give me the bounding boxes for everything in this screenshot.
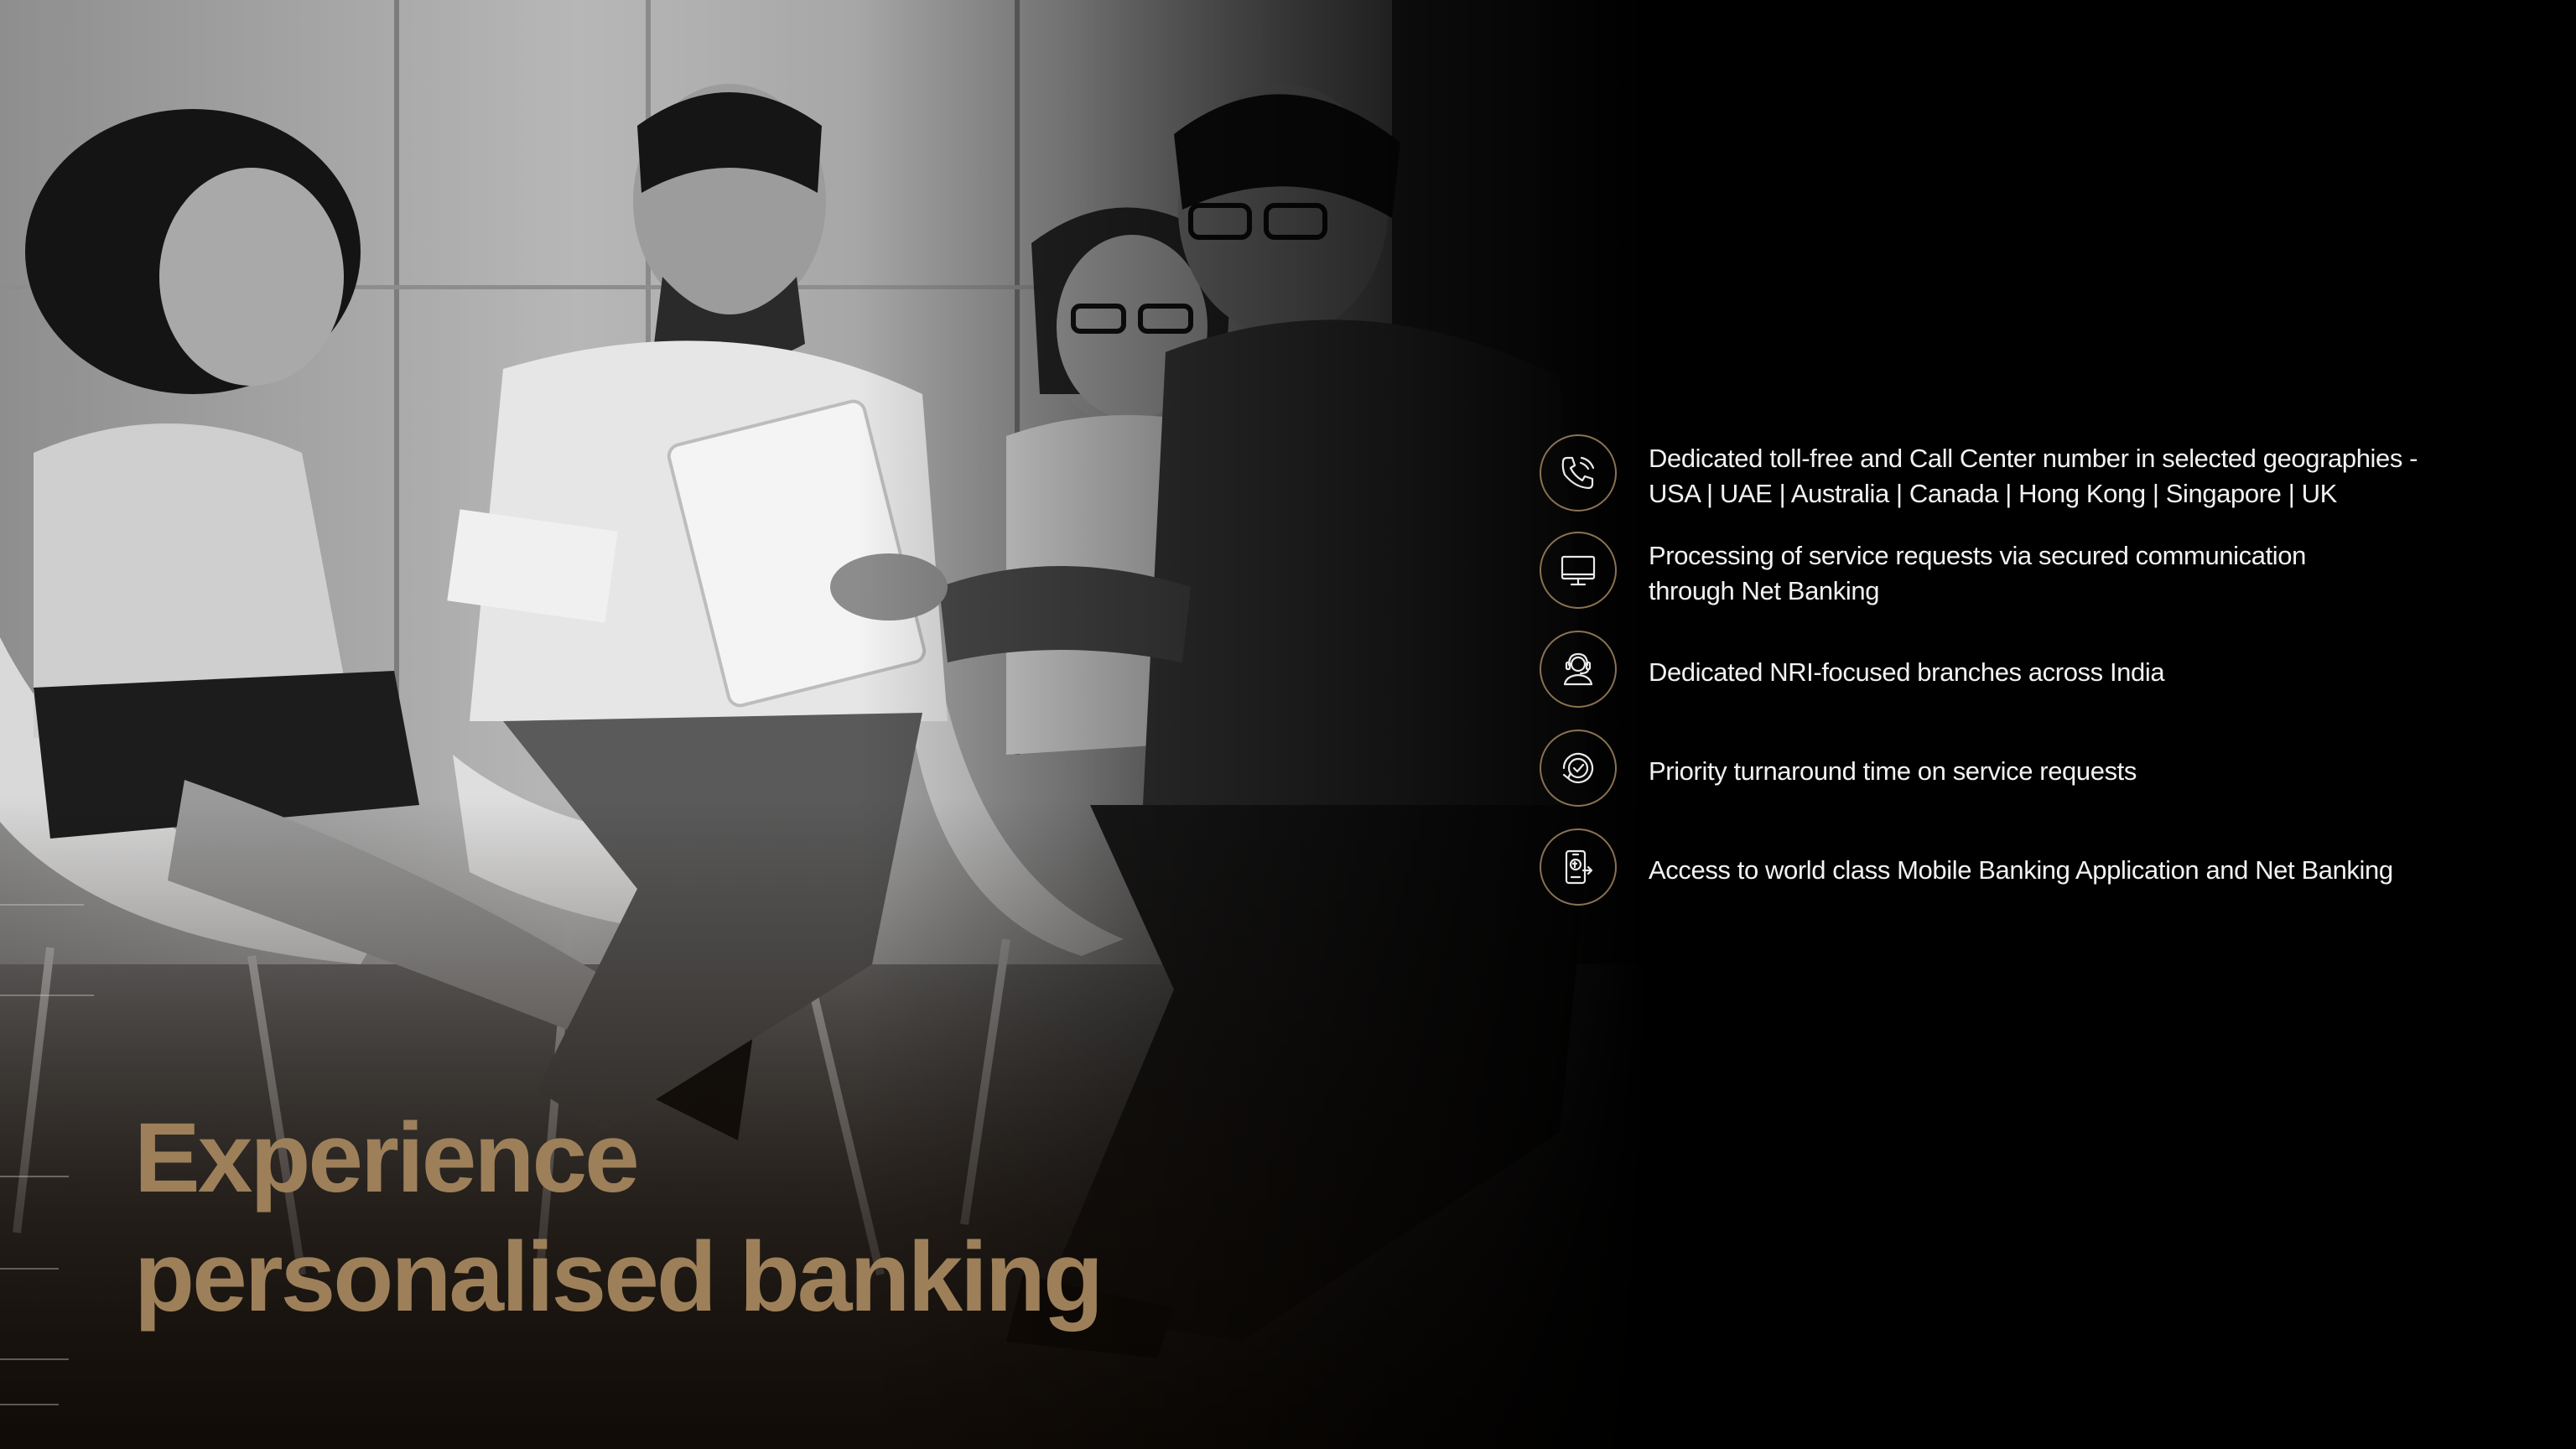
decorative-line [0,1176,69,1177]
mobile-banking-icon [1540,828,1617,906]
page-headline: Experience personalised banking [134,1098,1104,1337]
headset-agent-icon [1540,631,1617,708]
feature-line-1: Priority turnaround time on service requ… [1649,756,2137,786]
decorative-line [0,995,94,996]
headline-line-1: Experience [134,1103,640,1213]
feature-item-call-center: Dedicated toll-free and Call Center numb… [1540,434,2496,518]
feature-line-1: Access to world class Mobile Banking App… [1649,855,2393,885]
monitor-icon [1540,532,1617,609]
feature-line-1: Dedicated toll-free and Call Center numb… [1649,444,2418,473]
feature-line-1: Dedicated NRI-focused branches across In… [1649,657,2165,687]
feature-text: Dedicated toll-free and Call Center numb… [1649,441,2487,512]
decorative-line [0,904,84,906]
feature-item-service-requests: Processing of service requests via secur… [1540,532,2496,615]
feature-item-priority-turnaround: Priority turnaround time on service requ… [1540,730,2496,813]
feature-text: Access to world class Mobile Banking App… [1649,853,2487,888]
decorative-line [0,1268,59,1270]
clock-check-icon [1540,730,1617,807]
feature-item-nri-branches: Dedicated NRI-focused branches across In… [1540,631,2496,714]
feature-line-2: USA | UAE | Australia | Canada | Hong Ko… [1649,479,2337,508]
hero-section: Experience personalised banking Dedicate… [0,0,2576,1449]
feature-text: Dedicated NRI-focused branches across In… [1649,655,2487,690]
decorative-line [0,1358,69,1360]
feature-item-mobile-banking: Access to world class Mobile Banking App… [1540,828,2496,912]
headline-line-2: personalised banking [134,1222,1104,1332]
phone-call-icon [1540,434,1617,512]
feature-text: Processing of service requests via secur… [1649,538,2487,609]
feature-text: Priority turnaround time on service requ… [1649,754,2487,789]
feature-line-2: through Net Banking [1649,576,1880,605]
decorative-line [0,1404,59,1405]
feature-line-1: Processing of service requests via secur… [1649,541,2306,570]
